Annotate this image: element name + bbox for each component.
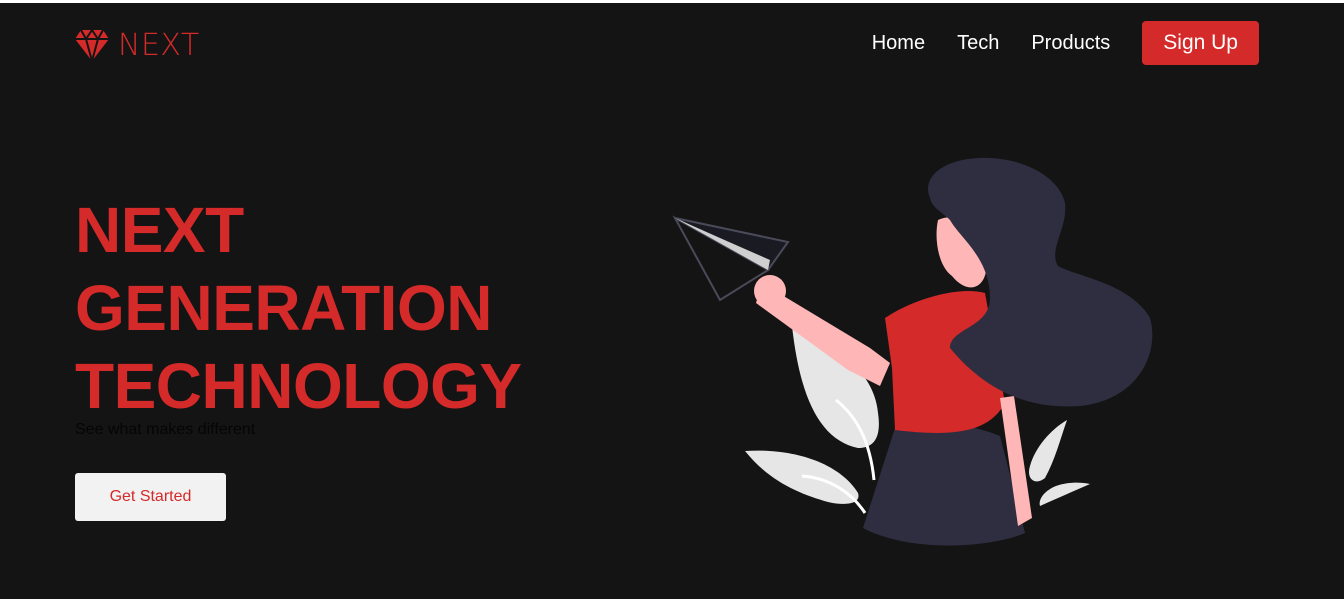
- leaf-shape: [745, 450, 859, 504]
- landing-page: NEXT Home Tech Products Sign Up NEXT GEN…: [0, 3, 1344, 599]
- signup-button[interactable]: Sign Up: [1142, 21, 1259, 65]
- hero-title: NEXT GENERATION TECHNOLOGY: [75, 191, 522, 425]
- logo-text: NEXT: [118, 27, 200, 63]
- leaf-shape: [1029, 420, 1067, 482]
- nav-tech[interactable]: Tech: [957, 32, 999, 55]
- logo[interactable]: NEXT: [74, 27, 200, 63]
- nav-home[interactable]: Home: [872, 32, 925, 55]
- hero-illustration: [672, 157, 1153, 546]
- nav-products[interactable]: Products: [1031, 32, 1110, 55]
- hero-subtitle: See what makes different: [75, 421, 256, 438]
- main-nav: Home Tech Products Sign Up: [872, 21, 1259, 65]
- hero-title-line-1: NEXT: [75, 194, 244, 266]
- hero-title-line-3: TECHNOLOGY: [75, 350, 522, 422]
- get-started-button[interactable]: Get Started: [75, 473, 226, 521]
- hero-title-line-2: GENERATION: [75, 272, 492, 344]
- skirt: [863, 421, 1025, 546]
- leaf-shape: [1039, 482, 1090, 506]
- diamond-icon: [75, 28, 109, 62]
